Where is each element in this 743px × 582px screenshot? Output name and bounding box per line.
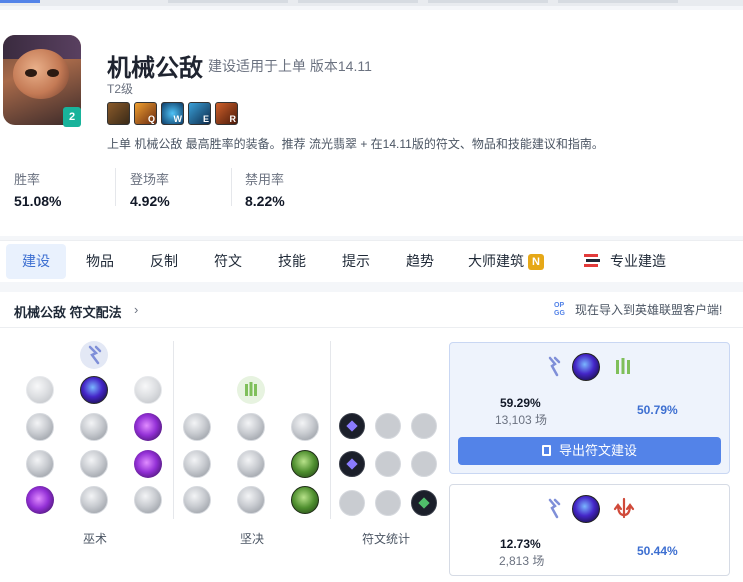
rune-overgrowth[interactable] (183, 486, 211, 514)
rune-page-card-1[interactable]: 59.29% 13,103 场 50.79% 导出符文建设 (449, 342, 730, 474)
shard-health-growth[interactable] (411, 490, 437, 516)
arcane-comet-icon (572, 495, 600, 523)
export-runes-button[interactable]: 导出符文建设 (458, 437, 721, 465)
opgg-logo-icon: OP GG (554, 301, 565, 317)
champion-name: 机械公敌 (107, 55, 203, 82)
build-description: 上单 机械公敌 最高胜率的装备。推荐 流光翡翠 + 在14.11版的符文、物品和… (107, 137, 604, 151)
stat-pick-rate: 登场率 4.92% (130, 172, 170, 209)
rune-nimbus-cloak[interactable] (134, 413, 162, 441)
inspiration-tree-icon (613, 497, 635, 519)
rune-font-of-life[interactable] (237, 413, 265, 441)
tab-build[interactable]: 建设 (6, 244, 66, 279)
column-label-resolve: 坚决 (240, 532, 265, 546)
rune-absolute-focus[interactable] (134, 450, 162, 478)
skill-list: Q W E R (107, 102, 238, 125)
r-skill-icon[interactable]: R (215, 102, 238, 125)
e-skill-icon[interactable]: E (188, 102, 211, 125)
column-label-shards: 符文统计 (362, 532, 411, 546)
win-rate: 50.44% (637, 544, 678, 558)
column-label-sorcery: 巫术 (83, 532, 108, 546)
pick-rate: 59.29% (500, 396, 541, 410)
tab-skills[interactable]: 技能 (268, 244, 316, 279)
rune-gathering-storm[interactable] (134, 486, 162, 514)
rune-unflinching[interactable] (291, 486, 319, 514)
shard-health[interactable] (339, 490, 365, 516)
sorcery-tree-icon (80, 341, 108, 369)
shard-health-scaling[interactable] (411, 451, 437, 477)
keystone-summon-aery[interactable] (26, 376, 54, 404)
chevron-right-icon[interactable]: › (134, 302, 138, 317)
tab-counters[interactable]: 反制 (140, 244, 188, 279)
sorcery-tree-icon (548, 498, 561, 519)
rune-shield-bash[interactable] (291, 413, 319, 441)
shard-attack-speed[interactable] (375, 413, 401, 439)
pick-rate: 12.73% (500, 537, 541, 551)
rune-second-wind[interactable] (237, 450, 265, 478)
tab-tips[interactable]: 提示 (332, 244, 380, 279)
resolve-tree-icon (237, 376, 265, 404)
rune-scorch[interactable] (26, 486, 54, 514)
games-count: 13,103 场 (495, 413, 548, 427)
w-skill-icon[interactable]: W (161, 102, 184, 125)
arcane-comet-icon (572, 353, 600, 381)
rune-revitalize[interactable] (237, 486, 265, 514)
new-badge: N (528, 254, 544, 270)
rune-transcendence[interactable] (26, 450, 54, 478)
champion-tier: T2级 (107, 82, 134, 96)
tier-badge: 2 (63, 107, 81, 127)
win-rate: 50.79% (637, 403, 678, 417)
rune-bone-plating[interactable] (291, 450, 319, 478)
shard-adaptive-force[interactable] (339, 413, 365, 439)
games-count: 2,813 场 (499, 554, 545, 568)
keystone-arcane-comet[interactable] (80, 376, 108, 404)
stat-ban-rate: 禁用率 8.22% (245, 172, 285, 209)
build-subtitle: 建设适用于上单 版本14.11 (208, 58, 372, 74)
panel-title[interactable]: 机械公敌 符文配法 (14, 302, 122, 321)
export-icon (541, 445, 551, 456)
top-nav-strip (0, 0, 743, 6)
shard-adaptive-force-2[interactable] (339, 451, 365, 477)
tab-trends[interactable]: 趋势 (396, 244, 444, 279)
shard-ability-haste[interactable] (411, 413, 437, 439)
import-to-client[interactable]: OP GG 现在导入到英雄联盟客户端! (553, 301, 722, 318)
tab-master-builds[interactable]: 大师建筑 N (468, 244, 552, 279)
rune-demolish[interactable] (183, 413, 211, 441)
resolve-tree-icon (616, 358, 630, 374)
rune-page-card-2[interactable]: 12.73% 2,813 场 50.44% (449, 484, 730, 576)
rune-celerity[interactable] (80, 450, 108, 478)
q-skill-icon[interactable]: Q (134, 102, 157, 125)
shard-move-speed[interactable] (375, 451, 401, 477)
rune-manaflow-band[interactable] (80, 413, 108, 441)
rune-conditioning[interactable] (183, 450, 211, 478)
tab-runes[interactable]: 符文 (204, 244, 252, 279)
keystone-phase-rush[interactable] (134, 376, 162, 404)
tab-items[interactable]: 物品 (76, 244, 124, 279)
panel-header: 机械公敌 符文配法 › OP GG 现在导入到英雄联盟客户端! (0, 292, 743, 328)
rune-nullifying-orb[interactable] (26, 413, 54, 441)
stat-win-rate: 胜率 51.08% (14, 172, 62, 209)
sorcery-tree-icon (548, 356, 561, 377)
passive-icon[interactable] (107, 102, 130, 125)
rune-waterwalking[interactable] (80, 486, 108, 514)
pro-builds-icon (584, 254, 600, 267)
shard-tenacity[interactable] (375, 490, 401, 516)
tab-pro-builds[interactable]: 专业建造 (584, 244, 684, 279)
tab-bar: 建设 物品 反制 符文 技能 提示 趋势 大师建筑 N 专业建造 (0, 240, 743, 282)
